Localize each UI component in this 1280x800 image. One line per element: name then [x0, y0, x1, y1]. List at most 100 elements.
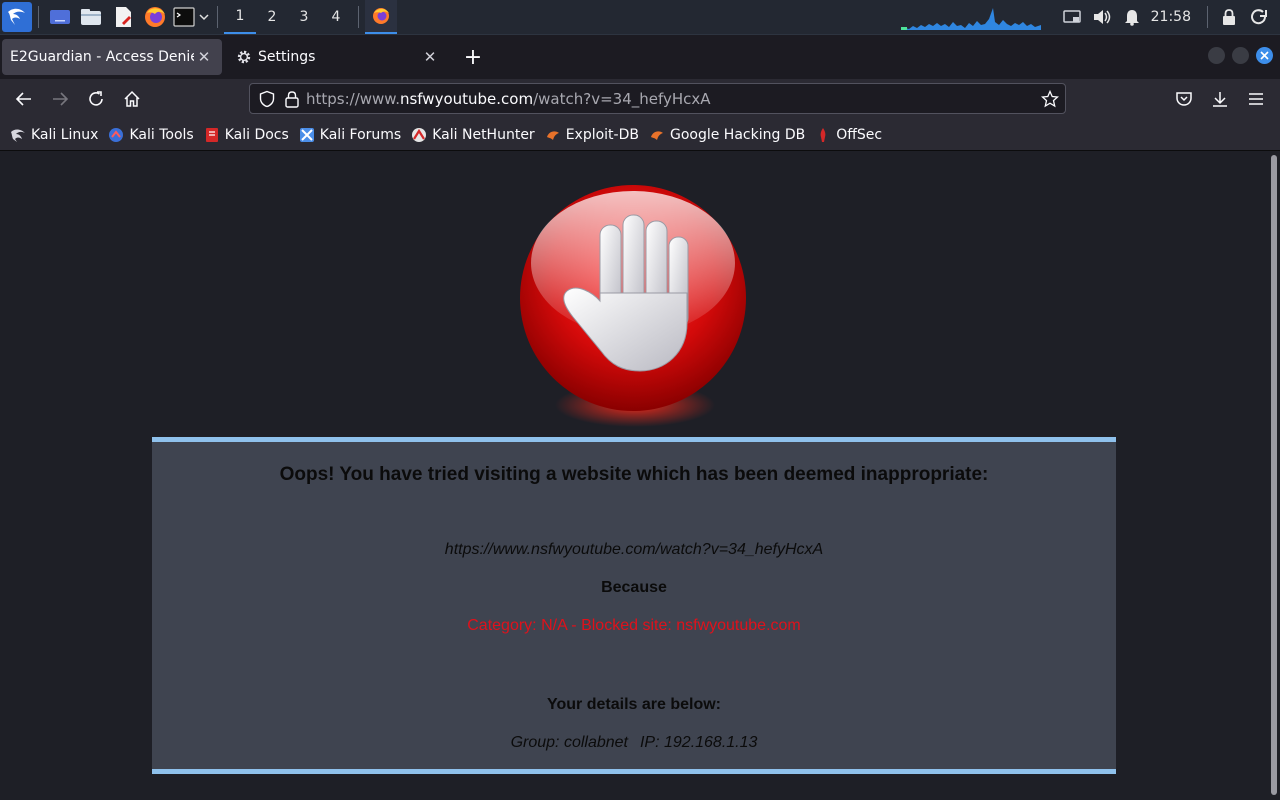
taskbar-separator	[38, 6, 39, 28]
user-details: Group: collabnet IP: 192.168.1.13	[152, 734, 1116, 752]
taskbar-separator	[358, 6, 359, 28]
power-icon	[1251, 9, 1267, 25]
reload-button[interactable]	[79, 83, 113, 115]
home-button[interactable]	[115, 83, 149, 115]
offsec-icon	[815, 127, 831, 143]
lock-screen-button[interactable]	[1214, 0, 1244, 34]
app-menu-button[interactable]	[1240, 83, 1272, 115]
details-title: Your details are below:	[547, 696, 721, 713]
bookmark-kali-docs[interactable]: Kali Docs	[204, 127, 289, 143]
bookmark-label: Google Hacking DB	[669, 126, 806, 143]
desktop-icon	[50, 10, 70, 24]
lock-icon	[1223, 9, 1235, 25]
tab-close-button[interactable]: ✕	[194, 47, 214, 67]
window-close-button[interactable]	[1256, 47, 1273, 64]
tab-title: E2Guardian - Access Denied	[10, 49, 194, 65]
bookmark-label: Kali Forums	[319, 126, 402, 143]
kali-dragon-icon	[2, 2, 32, 32]
blocked-url: https://www.nsfwyoutube.com/watch?v=34_h…	[444, 541, 824, 558]
workspace-2[interactable]: 2	[256, 0, 288, 34]
workspace-1[interactable]: 1	[224, 0, 256, 34]
terminal-dropdown[interactable]	[197, 0, 211, 34]
kali-docs-icon	[204, 127, 220, 143]
ghdb-icon	[649, 127, 665, 143]
logout-button[interactable]	[1244, 0, 1274, 34]
folder-icon	[81, 9, 101, 25]
bookmark-google-hacking-db[interactable]: Google Hacking DB	[649, 127, 805, 143]
notifications-button[interactable]	[1117, 0, 1147, 34]
url-host: nsfwyoutube.com	[399, 89, 534, 108]
page-scrollbar[interactable]	[1268, 151, 1280, 800]
bookmark-kali-tools[interactable]: Kali Tools	[108, 126, 194, 143]
maximize-button[interactable]	[1232, 47, 1249, 64]
screen-icon	[1062, 10, 1081, 23]
taskbar-separator	[217, 6, 218, 28]
text-editor-icon	[116, 7, 131, 27]
home-icon	[124, 90, 140, 107]
bell-icon	[1124, 10, 1139, 26]
firefox-launcher-button[interactable]	[139, 0, 171, 34]
url-text[interactable]: https://www.nsfwyoutube.com/watch?v=34_h…	[306, 90, 711, 108]
exploit-db-icon	[545, 127, 561, 143]
shield-icon[interactable]	[258, 90, 276, 108]
bookmark-kali-linux[interactable]: Kali Linux	[10, 127, 98, 143]
pocket-button[interactable]	[1168, 83, 1200, 115]
file-manager-button[interactable]	[75, 0, 107, 34]
arrow-left-icon	[15, 92, 31, 106]
new-tab-button[interactable]: +	[456, 40, 490, 74]
tab-settings[interactable]: Settings ✕	[228, 39, 448, 75]
terminal-launcher-button[interactable]	[171, 0, 197, 34]
bookmark-label: Kali Docs	[224, 126, 289, 143]
bookmark-offsec[interactable]: OffSec	[815, 127, 882, 143]
reload-icon	[89, 91, 103, 106]
downloads-button[interactable]	[1204, 83, 1236, 115]
access-denied-panel: Oops! You have tried visiting a website …	[152, 437, 1116, 774]
kali-tools-icon	[108, 127, 124, 143]
url-path: /watch?v=34_hefyHcxA	[533, 89, 711, 108]
bookmark-kali-forums[interactable]: Kali Forums	[299, 127, 401, 143]
tab-e2guardian[interactable]: E2Guardian - Access Denied ✕	[2, 39, 222, 75]
workspace-3[interactable]: 3	[288, 0, 320, 34]
firefox-icon	[373, 8, 389, 24]
taskbar: 1 2 3 4 21:58	[0, 0, 1280, 35]
clock[interactable]: 21:58	[1151, 9, 1191, 25]
tab-title: Settings	[258, 49, 316, 65]
forward-button[interactable]	[43, 83, 77, 115]
arrow-right-icon	[53, 92, 69, 106]
bookmark-exploit-db[interactable]: Exploit-DB	[545, 127, 639, 143]
screen-cast-button[interactable]	[1057, 0, 1087, 34]
tab-close-button[interactable]: ✕	[420, 47, 440, 67]
bookmark-label: OffSec	[836, 126, 883, 143]
minimize-button[interactable]	[1208, 47, 1225, 64]
kali-menu-button[interactable]	[0, 0, 32, 34]
because-label: Because	[601, 579, 667, 596]
pocket-icon	[1176, 92, 1192, 106]
firefox-icon	[145, 7, 165, 27]
url-scheme: https://www.	[306, 89, 400, 108]
bookmarks-toolbar: Kali Linux Kali Tools Kali Docs Kali For…	[0, 119, 1280, 151]
back-button[interactable]	[7, 83, 41, 115]
kali-forums-icon	[299, 127, 315, 143]
text-editor-button[interactable]	[107, 0, 139, 34]
scrollbar-thumb[interactable]	[1271, 155, 1277, 795]
bookmark-label: Kali Linux	[31, 126, 99, 143]
terminal-icon	[173, 7, 195, 27]
nethunter-icon	[411, 127, 427, 143]
page-title: Oops! You have tried visiting a website …	[279, 464, 989, 485]
close-icon	[1260, 51, 1269, 60]
workspace-4[interactable]: 4	[320, 0, 352, 34]
bookmark-kali-nethunter[interactable]: Kali NetHunter	[411, 126, 535, 143]
bookmark-label: Kali NetHunter	[432, 126, 535, 143]
group-value: Group: collabnet	[510, 734, 628, 751]
speaker-icon	[1093, 10, 1110, 24]
padlock-icon[interactable]	[284, 90, 300, 108]
bookmark-label: Kali Tools	[129, 126, 194, 143]
navigation-toolbar: https://www.nsfwyoutube.com/watch?v=34_h…	[0, 79, 1280, 119]
url-bar[interactable]: https://www.nsfwyoutube.com/watch?v=34_h…	[249, 83, 1066, 114]
bookmark-star-icon[interactable]	[1041, 90, 1059, 108]
firefox-window-task[interactable]	[365, 0, 397, 34]
kali-dragon-icon	[10, 127, 26, 143]
volume-button[interactable]	[1087, 0, 1117, 34]
show-desktop-button[interactable]	[45, 0, 75, 34]
stop-hand-icon	[520, 185, 746, 427]
